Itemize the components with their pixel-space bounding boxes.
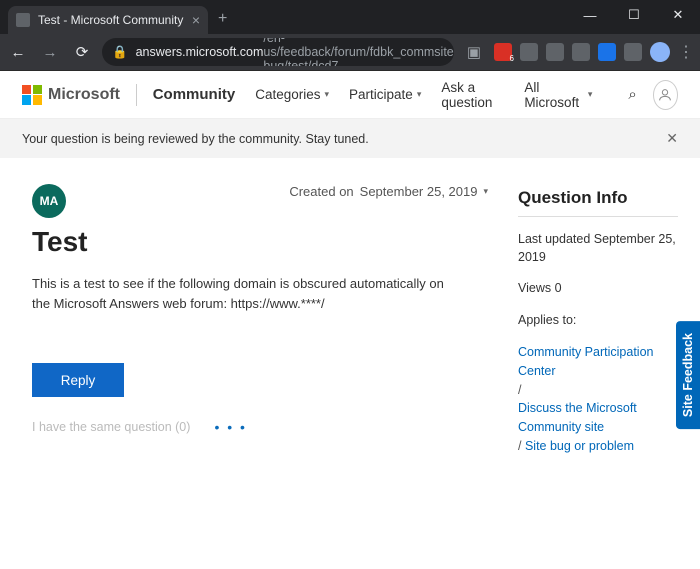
extension-icons: ▣ ⋮ [462,42,694,62]
tab-title: Test - Microsoft Community [38,13,186,27]
link-discuss[interactable]: Discuss the Microsoft Community site [518,401,637,434]
microsoft-logo[interactable]: Microsoft [22,85,120,105]
ext-icon-3[interactable] [572,43,590,61]
sidebar-title: Question Info [518,188,678,217]
question-body: This is a test to see if the following d… [32,274,462,313]
created-prefix: Created on [289,184,353,199]
link-cpc[interactable]: Community Participation Center [518,345,653,378]
created-date: September 25, 2019 [360,184,478,199]
microsoft-wordmark: Microsoft [48,86,120,104]
breadcrumb-sep: / [518,383,521,397]
created-date-row[interactable]: Created on September 25, 2019 ▾ [289,184,488,199]
page-content: Microsoft Community Categories ▾ Partici… [0,70,700,569]
browser-titlebar: Test - Microsoft Community × + — ☐ ✕ [0,0,700,34]
chevron-down-icon: ▾ [483,186,488,197]
question-title: Test [32,226,488,258]
sidebar-applies-to: Applies to: [518,312,678,330]
ext-icon-2[interactable] [546,43,564,61]
nav-participate[interactable]: Participate ▾ [349,87,421,102]
url-path: /en-us/feedback/forum/fdbk_commsite-bug/… [263,38,454,66]
minimize-icon[interactable]: — [568,0,612,30]
browser-menu-icon[interactable]: ⋮ [678,42,694,62]
chevron-down-icon: ▾ [417,89,422,100]
chevron-down-icon: ▾ [588,89,593,100]
nav-categories-label: Categories [255,87,320,102]
microsoft-logo-icon [22,85,42,105]
forward-icon[interactable]: → [38,44,62,61]
signin-icon[interactable] [653,80,678,110]
notice-close-icon[interactable]: ✕ [666,130,678,147]
reload-icon[interactable]: ⟳ [70,43,94,61]
all-microsoft-label: All Microsoft [524,80,584,110]
tab-close-icon[interactable]: × [192,12,200,28]
header-divider [136,84,137,106]
sidebar-last-updated: Last updated September 25, 2019 [518,231,678,266]
tab-favicon-icon [16,13,30,27]
close-window-icon[interactable]: ✕ [656,0,700,30]
nav-categories[interactable]: Categories ▾ [255,87,329,102]
ext-icon-5[interactable] [624,43,642,61]
nav-community[interactable]: Community [153,86,236,103]
site-header: Microsoft Community Categories ▾ Partici… [0,71,700,119]
sidebar: Question Info Last updated September 25,… [518,184,678,456]
same-question-link[interactable]: I have the same question (0) [32,420,190,434]
nav-ask-question[interactable]: Ask a question [441,80,504,110]
browser-tab[interactable]: Test - Microsoft Community × [8,6,208,34]
browser-toolbar: ← → ⟳ 🔒 answers.microsoft.com/en-us/feed… [0,34,700,70]
maximize-icon[interactable]: ☐ [612,0,656,30]
notice-bar: Your question is being reviewed by the c… [0,119,700,158]
ext-icon-1[interactable] [520,43,538,61]
chevron-down-icon: ▾ [325,89,330,100]
reply-button[interactable]: Reply [32,363,124,397]
ublock-icon[interactable] [494,43,512,61]
notice-text: Your question is being reviewed by the c… [22,132,369,146]
back-icon[interactable]: ← [6,44,30,61]
cast-icon[interactable]: ▣ [462,43,486,61]
link-bug[interactable]: Site bug or problem [525,439,634,453]
all-microsoft-menu[interactable]: All Microsoft ▾ [524,80,592,110]
address-bar[interactable]: 🔒 answers.microsoft.com/en-us/feedback/f… [102,38,454,66]
new-tab-button[interactable]: + [218,10,227,28]
ext-icon-4[interactable] [598,43,616,61]
author-avatar[interactable]: MA [32,184,66,218]
profile-avatar-icon[interactable] [650,42,670,62]
lock-icon: 🔒 [112,45,128,60]
main-column: MA Created on September 25, 2019 ▾ Test … [32,184,488,456]
window-controls: — ☐ ✕ [568,0,700,30]
search-icon[interactable]: ⌕ [628,86,636,103]
url-host: answers.microsoft.com [136,45,264,59]
breadcrumb-sep: / [518,439,525,453]
sidebar-views: Views 0 [518,280,678,298]
site-feedback-tab[interactable]: Site Feedback [676,321,700,429]
nav-participate-label: Participate [349,87,413,102]
more-actions-icon[interactable]: • • • [214,419,246,435]
